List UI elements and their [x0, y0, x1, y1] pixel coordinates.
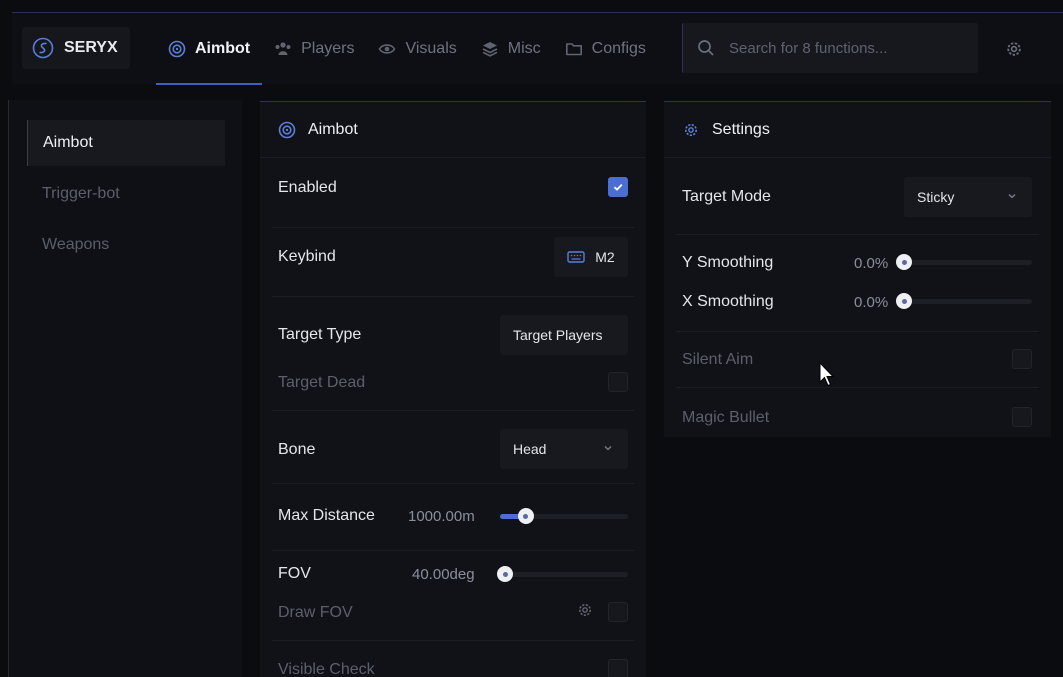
- magic-bullet-label: Magic Bullet: [682, 409, 770, 426]
- divider: [272, 296, 634, 297]
- slider-knob[interactable]: [896, 254, 912, 270]
- gear-icon: [684, 123, 698, 136]
- sidebar-item-label: Trigger-bot: [42, 185, 120, 202]
- sidebar-item-label: Weapons: [42, 236, 110, 253]
- tab-players[interactable]: Players: [262, 13, 366, 85]
- slider-knob[interactable]: [896, 293, 912, 309]
- settings-panel-header: Settings: [664, 102, 1051, 158]
- sidebar-item-aimbot[interactable]: Aimbot: [27, 120, 225, 166]
- mouse-cursor-icon: [819, 362, 835, 387]
- chevron-down-icon: [1008, 194, 1016, 199]
- divider: [272, 550, 634, 551]
- slider-knob[interactable]: [497, 566, 513, 582]
- brand-name: SERYX: [64, 39, 118, 56]
- enabled-checkbox[interactable]: [608, 177, 628, 197]
- tab-misc[interactable]: Misc: [469, 13, 553, 85]
- sidebar-item-label: Aimbot: [43, 134, 93, 151]
- slider-knob[interactable]: [517, 508, 534, 524]
- fov-slider[interactable]: [497, 566, 628, 582]
- tab-label: Configs: [591, 40, 646, 57]
- target-dead-checkbox[interactable]: [608, 372, 628, 392]
- checkmark-icon: [613, 183, 623, 191]
- sidebar: Aimbot Trigger-bot Weapons: [8, 100, 242, 677]
- target-type-label: Target Type: [278, 326, 362, 343]
- aimbot-panel: Aimbot Enabled Keybind M2 Target Type Ta…: [260, 101, 646, 677]
- layers-icon: [482, 42, 498, 57]
- enabled-label: Enabled: [278, 179, 337, 196]
- players-icon: [275, 42, 291, 55]
- target-icon: [168, 40, 186, 58]
- tab-aimbot[interactable]: Aimbot: [156, 13, 263, 85]
- tab-configs[interactable]: Configs: [553, 13, 658, 85]
- divider: [272, 227, 634, 228]
- divider: [676, 331, 1039, 332]
- y-smoothing-slider[interactable]: [896, 254, 1032, 270]
- max-distance-value: 1000.00m: [408, 508, 475, 525]
- chevron-down-icon: [604, 446, 612, 451]
- x-smoothing-label: X Smoothing: [682, 293, 774, 310]
- tab-label: Aimbot: [195, 40, 251, 57]
- aimbot-panel-header: Aimbot: [260, 102, 646, 158]
- gear-icon[interactable]: [1004, 39, 1024, 59]
- tab-label: Players: [301, 40, 355, 57]
- target-type-dropdown[interactable]: Target Players: [500, 315, 628, 355]
- top-bar: SERYX Aimbot Players Visuals Misc Config…: [12, 12, 1063, 85]
- divider: [676, 234, 1039, 235]
- search-icon: [698, 40, 714, 56]
- seryx-logo-icon: [32, 37, 54, 59]
- folder-icon: [565, 43, 582, 56]
- fov-value: 40.00deg: [412, 566, 475, 583]
- bone-value: Head: [513, 441, 547, 457]
- target-dead-label: Target Dead: [278, 374, 366, 391]
- search-input[interactable]: Search for 8 functions...: [682, 23, 978, 73]
- keybind-button[interactable]: M2: [554, 237, 628, 277]
- draw-fov-label: Draw FOV: [278, 604, 353, 621]
- fov-label: FOV: [278, 565, 311, 582]
- x-smoothing-value: 0.0%: [854, 294, 889, 311]
- divider: [272, 410, 634, 411]
- sidebar-item-weapons[interactable]: Weapons: [27, 222, 225, 268]
- keybind-value: M2: [595, 249, 615, 265]
- y-smoothing-value: 0.0%: [854, 255, 889, 272]
- main-tabs: Aimbot Players Visuals Misc Configs: [156, 13, 658, 85]
- max-distance-label: Max Distance: [278, 507, 375, 524]
- tab-label: Visuals: [405, 40, 457, 57]
- target-icon: [278, 121, 296, 138]
- visible-check-checkbox[interactable]: [608, 659, 628, 677]
- target-mode-label: Target Mode: [682, 188, 771, 205]
- eye-icon: [379, 44, 396, 54]
- bone-dropdown[interactable]: Head: [500, 429, 628, 469]
- silent-aim-label: Silent Aim: [682, 351, 754, 368]
- target-mode-value: Sticky: [917, 189, 955, 205]
- gear-icon[interactable]: [576, 601, 594, 619]
- sidebar-item-trigger-bot[interactable]: Trigger-bot: [27, 171, 225, 217]
- bone-label: Bone: [278, 441, 316, 458]
- tab-label: Misc: [507, 40, 541, 57]
- visible-check-label: Visible Check: [278, 661, 375, 677]
- max-distance-slider[interactable]: [500, 508, 628, 524]
- draw-fov-checkbox[interactable]: [608, 602, 628, 622]
- keybind-label: Keybind: [278, 248, 336, 265]
- divider: [272, 640, 634, 641]
- silent-aim-checkbox[interactable]: [1012, 349, 1032, 369]
- settings-panel: Settings Target Mode Sticky Y Smoothing …: [664, 101, 1051, 437]
- target-mode-dropdown[interactable]: Sticky: [904, 177, 1032, 217]
- divider: [272, 483, 634, 484]
- magic-bullet-checkbox[interactable]: [1012, 407, 1032, 427]
- search-placeholder: Search for 8 functions...: [729, 39, 888, 57]
- tab-visuals[interactable]: Visuals: [366, 13, 468, 85]
- panel-title: Settings: [712, 120, 770, 138]
- target-type-value: Target Players: [513, 327, 603, 343]
- panel-title: Aimbot: [308, 120, 358, 138]
- divider: [676, 387, 1039, 388]
- y-smoothing-label: Y Smoothing: [682, 254, 774, 271]
- brand-logo: SERYX: [22, 27, 130, 69]
- keyboard-icon: [567, 251, 585, 263]
- x-smoothing-slider[interactable]: [896, 293, 1032, 309]
